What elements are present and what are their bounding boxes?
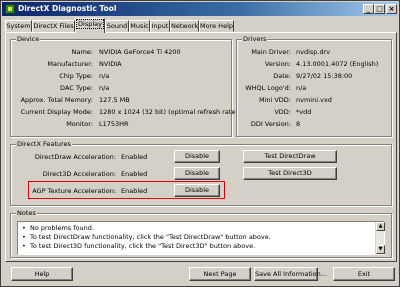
directdraw-acceleration-label: DirectDraw Acceleration:: [34, 153, 116, 161]
device-memory-value: 127.5 MB: [99, 96, 130, 104]
disable-direct3d-button[interactable]: Disable: [174, 167, 220, 180]
device-memory-label: Approx. Total Memory:: [20, 96, 93, 104]
device-display-mode-value: 1280 x 1024 (32 bit) (optimal refresh ra…: [99, 108, 238, 116]
dxdiag-window: DirectX Diagnostic Tool _ □ × System Dir…: [0, 0, 400, 287]
help-button[interactable]: Help: [11, 267, 73, 281]
next-page-button[interactable]: Next Page: [189, 267, 251, 281]
device-dac-type-label: DAC Type:: [60, 84, 93, 92]
notes-group: Notes • No problems found. • To test Direc…: [10, 209, 392, 258]
driver-whql-value: n/a: [296, 84, 307, 92]
driver-whql-label: WHQL Logo'd:: [245, 84, 291, 92]
minimize-button[interactable]: _: [363, 4, 374, 14]
note-bullet: •: [22, 224, 26, 232]
driver-version-value: 4.13.0001.4072 (English): [296, 60, 379, 68]
scroll-up-arrow-icon[interactable]: ▲: [376, 222, 385, 231]
driver-vdd-label: VDD:: [274, 108, 291, 116]
driver-date-label: Date:: [273, 72, 291, 80]
device-name-label: Name:: [71, 48, 93, 56]
note-bullet: •: [22, 233, 26, 241]
device-dac-type-value: n/a: [99, 84, 110, 92]
agp-texture-acceleration-status: Enabled: [121, 187, 148, 195]
exit-button[interactable]: Exit: [333, 267, 395, 281]
device-chip-type-label: Chip Type:: [59, 72, 93, 80]
device-manufacturer-label: Manufacturer:: [47, 60, 93, 68]
tab-more-help[interactable]: More Help: [199, 20, 234, 32]
tab-directx-files[interactable]: DirectX Files: [32, 20, 75, 32]
notes-list[interactable]: • No problems found. • To test DirectDraw …: [17, 221, 385, 255]
note-item: • To test DirectDraw functionality, click…: [22, 233, 271, 241]
tab-display-label: Display: [76, 19, 104, 29]
window-title: DirectX Diagnostic Tool: [18, 4, 117, 13]
note-text: To test DirectDraw functionality, click …: [30, 233, 271, 241]
note-text: No problems found.: [30, 224, 94, 232]
tab-network[interactable]: Network: [170, 20, 199, 32]
driver-main-value: nvdisp.drv: [296, 48, 331, 56]
device-monitor-label: Monitor:: [66, 120, 93, 128]
tab-display[interactable]: Display: [75, 18, 105, 33]
device-chip-type-value: n/a: [99, 72, 110, 80]
device-manufacturer-value: NVIDIA: [99, 60, 122, 68]
device-group: Device Name: NVIDIA GeForce4 Ti 4200 Man…: [10, 35, 238, 137]
directx-features-legend: DirectX Features: [16, 140, 72, 148]
tab-system[interactable]: System: [5, 20, 32, 32]
notes-legend: Notes: [16, 209, 37, 217]
title-bar[interactable]: DirectX Diagnostic Tool _ □ ×: [2, 2, 398, 16]
direct3d-acceleration-status: Enabled: [121, 170, 148, 178]
directdraw-acceleration-status: Enabled: [121, 153, 148, 161]
tab-music[interactable]: Music: [129, 20, 150, 32]
close-button[interactable]: ×: [386, 4, 397, 14]
device-name-value: NVIDIA GeForce4 Ti 4200: [99, 48, 181, 56]
device-display-mode-label: Current Display Mode:: [20, 108, 93, 116]
device-group-legend: Device: [16, 35, 41, 43]
driver-date-value: 9/27/02 15:38:00: [296, 72, 353, 80]
directx-features-group: DirectX Features DirectDraw Acceleration…: [10, 140, 392, 206]
tab-sound[interactable]: Sound: [105, 20, 129, 32]
save-all-information-button[interactable]: Save All Information...: [254, 267, 327, 281]
test-direct3d-button[interactable]: Test Direct3D: [243, 167, 337, 180]
drivers-group-legend: Drivers: [242, 35, 268, 43]
note-item: • To test Direct3D functionality, click t…: [22, 242, 255, 250]
drivers-group: Drivers Main Driver: nvdisp.drv Version:…: [236, 35, 392, 137]
scroll-down-arrow-icon[interactable]: ▼: [376, 245, 385, 254]
note-bullet: •: [22, 242, 26, 250]
driver-mini-vdd-value: nvmini.vxd: [296, 96, 332, 104]
note-item: • No problems found.: [22, 224, 94, 232]
driver-main-label: Main Driver:: [251, 48, 291, 56]
note-text: To test Direct3D functionality, click th…: [30, 242, 256, 250]
notes-scrollbar[interactable]: ▲ ▼: [375, 222, 385, 254]
directx-app-icon: [5, 4, 15, 14]
driver-mini-vdd-label: Mini VDD:: [258, 96, 291, 104]
driver-version-label: Version:: [264, 60, 291, 68]
agp-texture-acceleration-label: AGP Texture Acceleration:: [32, 187, 116, 195]
tab-input[interactable]: Input: [150, 20, 170, 32]
test-directdraw-button[interactable]: Test DirectDraw: [243, 150, 337, 163]
device-monitor-value: L1753HR: [99, 120, 129, 128]
direct3d-acceleration-label: Direct3D Acceleration:: [42, 170, 116, 178]
disable-agp-button[interactable]: Disable: [174, 184, 220, 197]
driver-ddi-version-value: 8: [296, 120, 301, 128]
maximize-button[interactable]: □: [374, 4, 385, 14]
driver-vdd-value: *vdd: [296, 108, 312, 116]
display-tab-panel: Device Name: NVIDIA GeForce4 Ti 4200 Man…: [5, 32, 397, 262]
driver-ddi-version-label: DDI Version:: [250, 120, 291, 128]
disable-directdraw-button[interactable]: Disable: [174, 150, 220, 163]
